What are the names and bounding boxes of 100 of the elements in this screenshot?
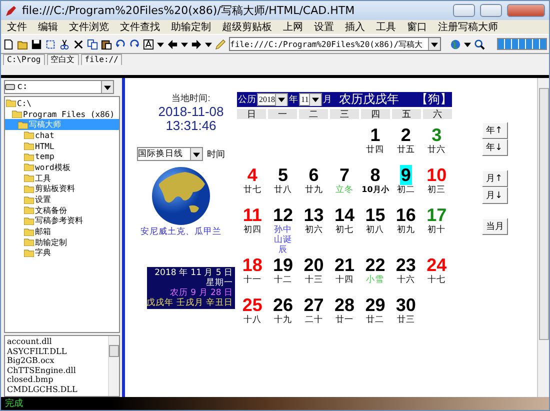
day-number[interactable]: 24: [426, 255, 448, 275]
folder-tree-item[interactable]: HTML: [5, 140, 119, 152]
year-dropdown[interactable]: 2018: [257, 93, 288, 106]
delete-icon[interactable]: [73, 38, 84, 50]
day-number[interactable]: 17: [426, 205, 448, 225]
address-field[interactable]: file:///C:/Program%20Files%20(x86)/写稿大: [229, 37, 441, 51]
file-list-item[interactable]: CMDLGCHS.DLL: [7, 384, 106, 394]
new-icon[interactable]: [3, 38, 14, 50]
file-list-item[interactable]: ASYCFILT.DLL: [7, 346, 106, 356]
globe-icon[interactable]: [450, 38, 461, 50]
pencil-icon[interactable]: [215, 38, 226, 50]
day-number[interactable]: 8: [369, 165, 382, 185]
day-number[interactable]: 21: [333, 255, 356, 275]
folder-tree-item[interactable]: chat: [5, 130, 119, 141]
folder-tree-item[interactable]: Program Files (x86): [5, 108, 119, 120]
folder-tree-item[interactable]: 助输定制: [5, 236, 119, 248]
nav-button[interactable]: 月↑: [482, 170, 508, 187]
document-tab[interactable]: C:\Prog: [3, 54, 45, 65]
minimize-button[interactable]: [453, 4, 475, 17]
cut-icon[interactable]: [59, 38, 70, 50]
day-number[interactable]: 16: [394, 205, 417, 225]
folder-tree-item[interactable]: 剪贴板资料: [5, 184, 119, 194]
file-list-item[interactable]: Big2GB.ocx: [7, 356, 106, 366]
document-tab[interactable]: file://: [80, 54, 122, 65]
nav-button[interactable]: 月↓: [482, 187, 508, 204]
caret-icon[interactable]: [157, 40, 164, 48]
menu-item[interactable]: 设置: [314, 20, 334, 34]
day-number[interactable]: 23: [394, 255, 417, 275]
open-icon[interactable]: [17, 38, 28, 50]
day-number[interactable]: 6: [308, 165, 320, 185]
menu-item[interactable]: 注册写稿大师: [438, 20, 498, 34]
day-number[interactable]: 15: [364, 205, 386, 225]
redo-icon[interactable]: [129, 38, 140, 50]
caret-icon[interactable]: [205, 40, 212, 48]
folder-tree-item[interactable]: 写稿参考资料: [5, 216, 119, 226]
day-number[interactable]: 25: [241, 295, 264, 315]
menu-item[interactable]: 文件查找: [120, 20, 160, 34]
copy-icon[interactable]: [87, 38, 98, 50]
back-arrow-icon[interactable]: [167, 38, 178, 50]
day-number[interactable]: 28: [333, 295, 356, 315]
caret-icon[interactable]: [104, 84, 111, 90]
day-number[interactable]: 19: [272, 255, 294, 275]
menu-item[interactable]: 文件浏览: [69, 20, 109, 34]
document-tab[interactable]: 空白文: [46, 54, 79, 65]
folder-tree-item[interactable]: 文稿备份: [5, 204, 119, 216]
menu-item[interactable]: 编辑: [38, 20, 58, 34]
folder-tree-item[interactable]: C:\: [5, 98, 119, 109]
menu-item[interactable]: 窗口: [407, 20, 427, 34]
menu-item[interactable]: 文件: [7, 20, 27, 34]
day-number[interactable]: 26: [272, 295, 294, 315]
menu-item[interactable]: 助输定制: [171, 20, 211, 34]
day-number[interactable]: 1: [369, 125, 382, 145]
caret-icon[interactable]: [181, 40, 188, 48]
menu-item[interactable]: 超级剪贴板: [222, 20, 272, 34]
save-icon[interactable]: [31, 38, 42, 50]
day-number[interactable]: 13: [302, 205, 325, 225]
day-number[interactable]: 4: [246, 165, 258, 185]
day-number[interactable]: 11: [242, 205, 263, 225]
scrollbar[interactable]: [108, 336, 119, 396]
caret-icon[interactable]: [312, 96, 319, 103]
nav-button[interactable]: 当月: [482, 218, 508, 235]
font-icon[interactable]: [143, 38, 154, 50]
timezone-dropdown[interactable]: 国际换日线: [137, 147, 203, 161]
menu-item[interactable]: 插入: [345, 20, 365, 34]
day-number[interactable]: 7: [338, 165, 350, 185]
folder-tree-item[interactable]: temp: [5, 151, 119, 162]
day-number[interactable]: 14: [333, 205, 356, 225]
day-number[interactable]: 29: [364, 295, 386, 315]
folder-tree-item[interactable]: 邮箱: [5, 226, 119, 237]
paste-icon[interactable]: [101, 38, 112, 50]
maximize-button[interactable]: [480, 4, 502, 17]
day-number[interactable]: 18: [241, 255, 264, 275]
menu-item[interactable]: 上网: [283, 20, 303, 34]
caret-icon[interactable]: [278, 96, 285, 103]
folder-tree-item[interactable]: 工具: [5, 172, 119, 184]
select-icon[interactable]: [45, 38, 56, 50]
day-number[interactable]: 30: [394, 295, 417, 315]
day-number[interactable]: 12: [272, 205, 294, 225]
caret-icon[interactable]: [464, 40, 471, 48]
month-dropdown[interactable]: 11: [299, 93, 322, 106]
day-number[interactable]: 10: [426, 165, 448, 185]
caret-icon[interactable]: [431, 40, 438, 48]
scrollbar[interactable]: [537, 78, 549, 397]
day-number[interactable]: 22: [364, 255, 386, 275]
menu-item[interactable]: 工具: [376, 20, 396, 34]
undo-icon[interactable]: [115, 38, 126, 50]
folder-tree-item[interactable]: 字典: [5, 248, 119, 258]
drive-dropdown[interactable]: c:: [4, 80, 114, 94]
folder-tree-item[interactable]: 设置: [5, 194, 119, 205]
day-number[interactable]: 20: [302, 255, 325, 275]
forward-arrow-icon[interactable]: [191, 38, 202, 50]
file-list-item[interactable]: account.dll: [7, 337, 106, 346]
nav-button[interactable]: 年↓: [482, 139, 508, 156]
file-list-item[interactable]: closed.bmp: [7, 375, 106, 384]
folder-tree-item[interactable]: word模板: [5, 162, 119, 173]
day-number[interactable]: 2: [400, 125, 412, 145]
file-list-item[interactable]: ChTTSEngine.dll: [7, 366, 106, 375]
day-number[interactable]: 9: [400, 165, 412, 185]
search-icon[interactable]: [474, 38, 485, 50]
caret-icon[interactable]: [193, 150, 200, 158]
